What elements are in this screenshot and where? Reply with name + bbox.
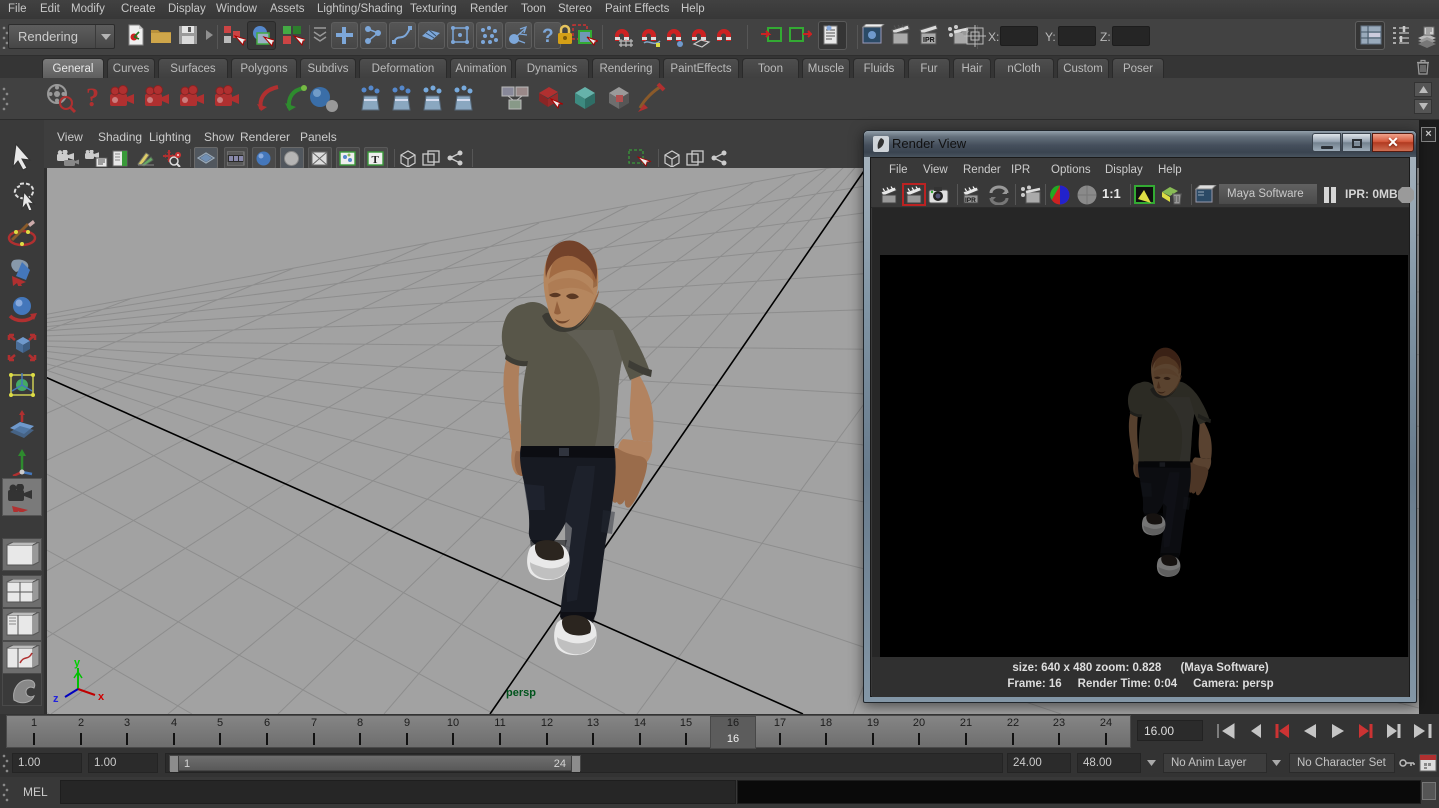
- svg-text:?: ?: [542, 26, 554, 47]
- svg-text:y: y: [74, 657, 81, 669]
- svg-text:IPR: IPR: [965, 197, 976, 204]
- svg-text:T: T: [372, 154, 380, 166]
- svg-text:z: z: [53, 693, 59, 705]
- svg-text:IPR: IPR: [923, 37, 935, 44]
- svg-text:?: ?: [86, 83, 99, 112]
- svg-text:x: x: [98, 691, 105, 703]
